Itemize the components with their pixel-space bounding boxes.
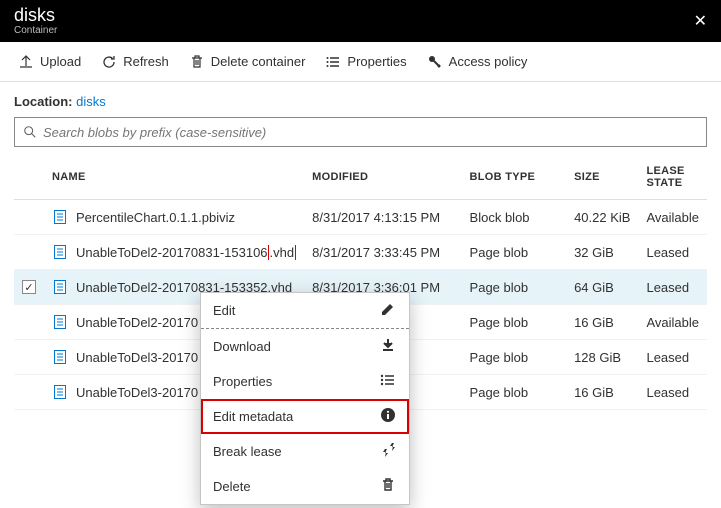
trash-icon xyxy=(189,54,205,70)
file-name: UnableToDel2-20170 xyxy=(76,315,198,330)
cell-blob-type: Page blob xyxy=(462,305,567,340)
trash-icon xyxy=(379,477,397,496)
file-name: UnableToDel2-20170831-153106.vhd xyxy=(76,245,296,260)
column-blob-type[interactable]: BLOB TYPE xyxy=(462,155,567,200)
toolbar-label: Properties xyxy=(347,54,406,69)
checkbox-icon[interactable]: ✓ xyxy=(22,280,36,294)
cell-blob-type: Page blob xyxy=(462,270,567,305)
cell-modified: 8/31/2017 3:33:45 PM xyxy=(304,235,461,270)
search-input[interactable] xyxy=(37,124,698,141)
download-icon xyxy=(379,337,397,356)
cell-blob-type: Page blob xyxy=(462,375,567,410)
cell-size: 64 GiB xyxy=(566,270,638,305)
cell-lease: Leased xyxy=(638,235,707,270)
cell-size: 40.22 KiB xyxy=(566,200,638,235)
upload-button[interactable]: Upload xyxy=(10,50,89,74)
cell-blob-type: Block blob xyxy=(462,200,567,235)
context-menu-item[interactable]: Break lease xyxy=(201,434,409,469)
context-menu-item[interactable]: Properties xyxy=(201,364,409,399)
cell-lease: Available xyxy=(638,305,707,340)
toolbar: Upload Refresh Delete container Properti… xyxy=(0,42,721,82)
context-menu-item[interactable]: Download xyxy=(201,329,409,364)
window-subtitle: Container xyxy=(14,25,57,36)
cell-lease: Available xyxy=(638,200,707,235)
column-select xyxy=(14,155,44,200)
context-menu-item[interactable]: Edit metadata xyxy=(201,399,409,434)
refresh-button[interactable]: Refresh xyxy=(93,50,177,74)
close-icon[interactable]: ✕ xyxy=(694,11,707,31)
column-lease[interactable]: LEASE STATE xyxy=(638,155,707,200)
context-menu: Edit Download Properties Edit metadata Break… xyxy=(200,292,410,505)
toolbar-label: Delete container xyxy=(211,54,306,69)
context-menu-label: Break lease xyxy=(213,444,282,459)
column-name[interactable]: NAME xyxy=(44,155,304,200)
info-icon xyxy=(379,407,397,426)
context-menu-label: Edit metadata xyxy=(213,409,293,424)
context-menu-item[interactable]: Edit xyxy=(201,293,409,329)
window-titlebar: disks Container ✕ xyxy=(0,0,721,42)
file-name: PercentileChart.0.1.1.pbiviz xyxy=(76,210,235,225)
upload-icon xyxy=(18,54,34,70)
search-input-wrapper[interactable] xyxy=(14,117,707,147)
breadcrumb: Location: disks xyxy=(0,82,721,117)
toolbar-label: Upload xyxy=(40,54,81,69)
break-icon xyxy=(379,442,397,461)
access-policy-button[interactable]: Access policy xyxy=(419,50,536,74)
table-row[interactable]: UnableToDel2-20170831-153106.vhd 8/31/201… xyxy=(14,235,707,270)
cell-modified: 8/31/2017 4:13:15 PM xyxy=(304,200,461,235)
location-link[interactable]: disks xyxy=(76,94,106,109)
cell-lease: Leased xyxy=(638,340,707,375)
cell-size: 128 GiB xyxy=(566,340,638,375)
cell-blob-type: Page blob xyxy=(462,340,567,375)
file-name: UnableToDel3-20170 xyxy=(76,350,198,365)
pencil-icon xyxy=(379,301,397,320)
cell-size: 16 GiB xyxy=(566,375,638,410)
list-icon xyxy=(325,54,341,70)
context-menu-label: Properties xyxy=(213,374,272,389)
context-menu-label: Edit xyxy=(213,303,235,318)
cell-lease: Leased xyxy=(638,270,707,305)
highlighted-extension: .vhd xyxy=(268,245,297,260)
file-name: UnableToDel3-20170 xyxy=(76,385,198,400)
context-menu-label: Delete xyxy=(213,479,251,494)
delete-container-button[interactable]: Delete container xyxy=(181,50,314,74)
table-row[interactable]: PercentileChart.0.1.1.pbiviz 8/31/2017 4:… xyxy=(14,200,707,235)
search-icon xyxy=(23,125,37,139)
context-menu-label: Download xyxy=(213,339,271,354)
refresh-icon xyxy=(101,54,117,70)
properties-button[interactable]: Properties xyxy=(317,50,414,74)
cell-lease: Leased xyxy=(638,375,707,410)
column-modified[interactable]: MODIFIED xyxy=(304,155,461,200)
cell-blob-type: Page blob xyxy=(462,235,567,270)
cell-size: 32 GiB xyxy=(566,235,638,270)
location-label: Location: xyxy=(14,94,73,109)
list-icon xyxy=(379,372,397,391)
cell-size: 16 GiB xyxy=(566,305,638,340)
toolbar-label: Access policy xyxy=(449,54,528,69)
toolbar-label: Refresh xyxy=(123,54,169,69)
window-title: disks xyxy=(14,5,55,25)
column-size[interactable]: SIZE xyxy=(566,155,638,200)
key-icon xyxy=(427,54,443,70)
context-menu-item[interactable]: Delete xyxy=(201,469,409,504)
